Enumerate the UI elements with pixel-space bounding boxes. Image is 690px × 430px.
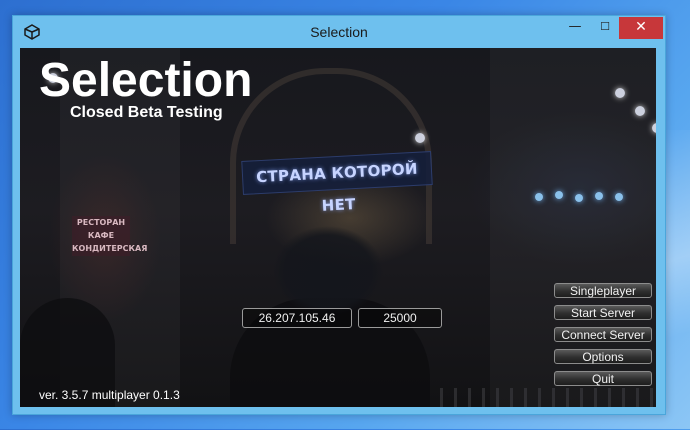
game-viewport: СТРАНА КОТОРОЙ НЕТ РЕСТОРАН КАФЕ КОНДИТЕ…: [20, 48, 656, 407]
port-input[interactable]: [358, 308, 442, 328]
game-title: Selection: [39, 54, 253, 107]
quit-button[interactable]: Quit: [554, 371, 652, 386]
options-button[interactable]: Options: [554, 349, 652, 364]
background-light: [595, 192, 603, 200]
background-light: [535, 193, 543, 201]
close-button[interactable]: ✕: [619, 17, 663, 39]
background-light: [555, 191, 563, 199]
background-light: [575, 194, 583, 202]
app-window: Selection — ☐ ✕ СТРАНА КОТОРОЙ НЕТ РЕСТО…: [12, 15, 666, 415]
background-barrier: [440, 388, 656, 407]
minimize-button[interactable]: —: [561, 17, 589, 39]
background-light: [615, 88, 625, 98]
maximize-button[interactable]: ☐: [591, 17, 619, 39]
singleplayer-button[interactable]: Singleplayer: [554, 283, 652, 298]
version-label: ver. 3.5.7 multiplayer 0.1.3: [39, 388, 180, 402]
background-light: [652, 123, 656, 133]
background-sign-small: РЕСТОРАН КАФЕ КОНДИТЕРСКАЯ: [72, 216, 147, 256]
title-bar[interactable]: Selection — ☐ ✕: [13, 16, 665, 48]
game-subtitle: Closed Beta Testing: [70, 104, 223, 121]
start-server-button[interactable]: Start Server: [554, 305, 652, 320]
background-light: [615, 193, 623, 201]
ip-address-input[interactable]: [242, 308, 352, 328]
connect-server-button[interactable]: Connect Server: [554, 327, 652, 342]
background-light: [415, 133, 425, 143]
background-light: [635, 106, 645, 116]
